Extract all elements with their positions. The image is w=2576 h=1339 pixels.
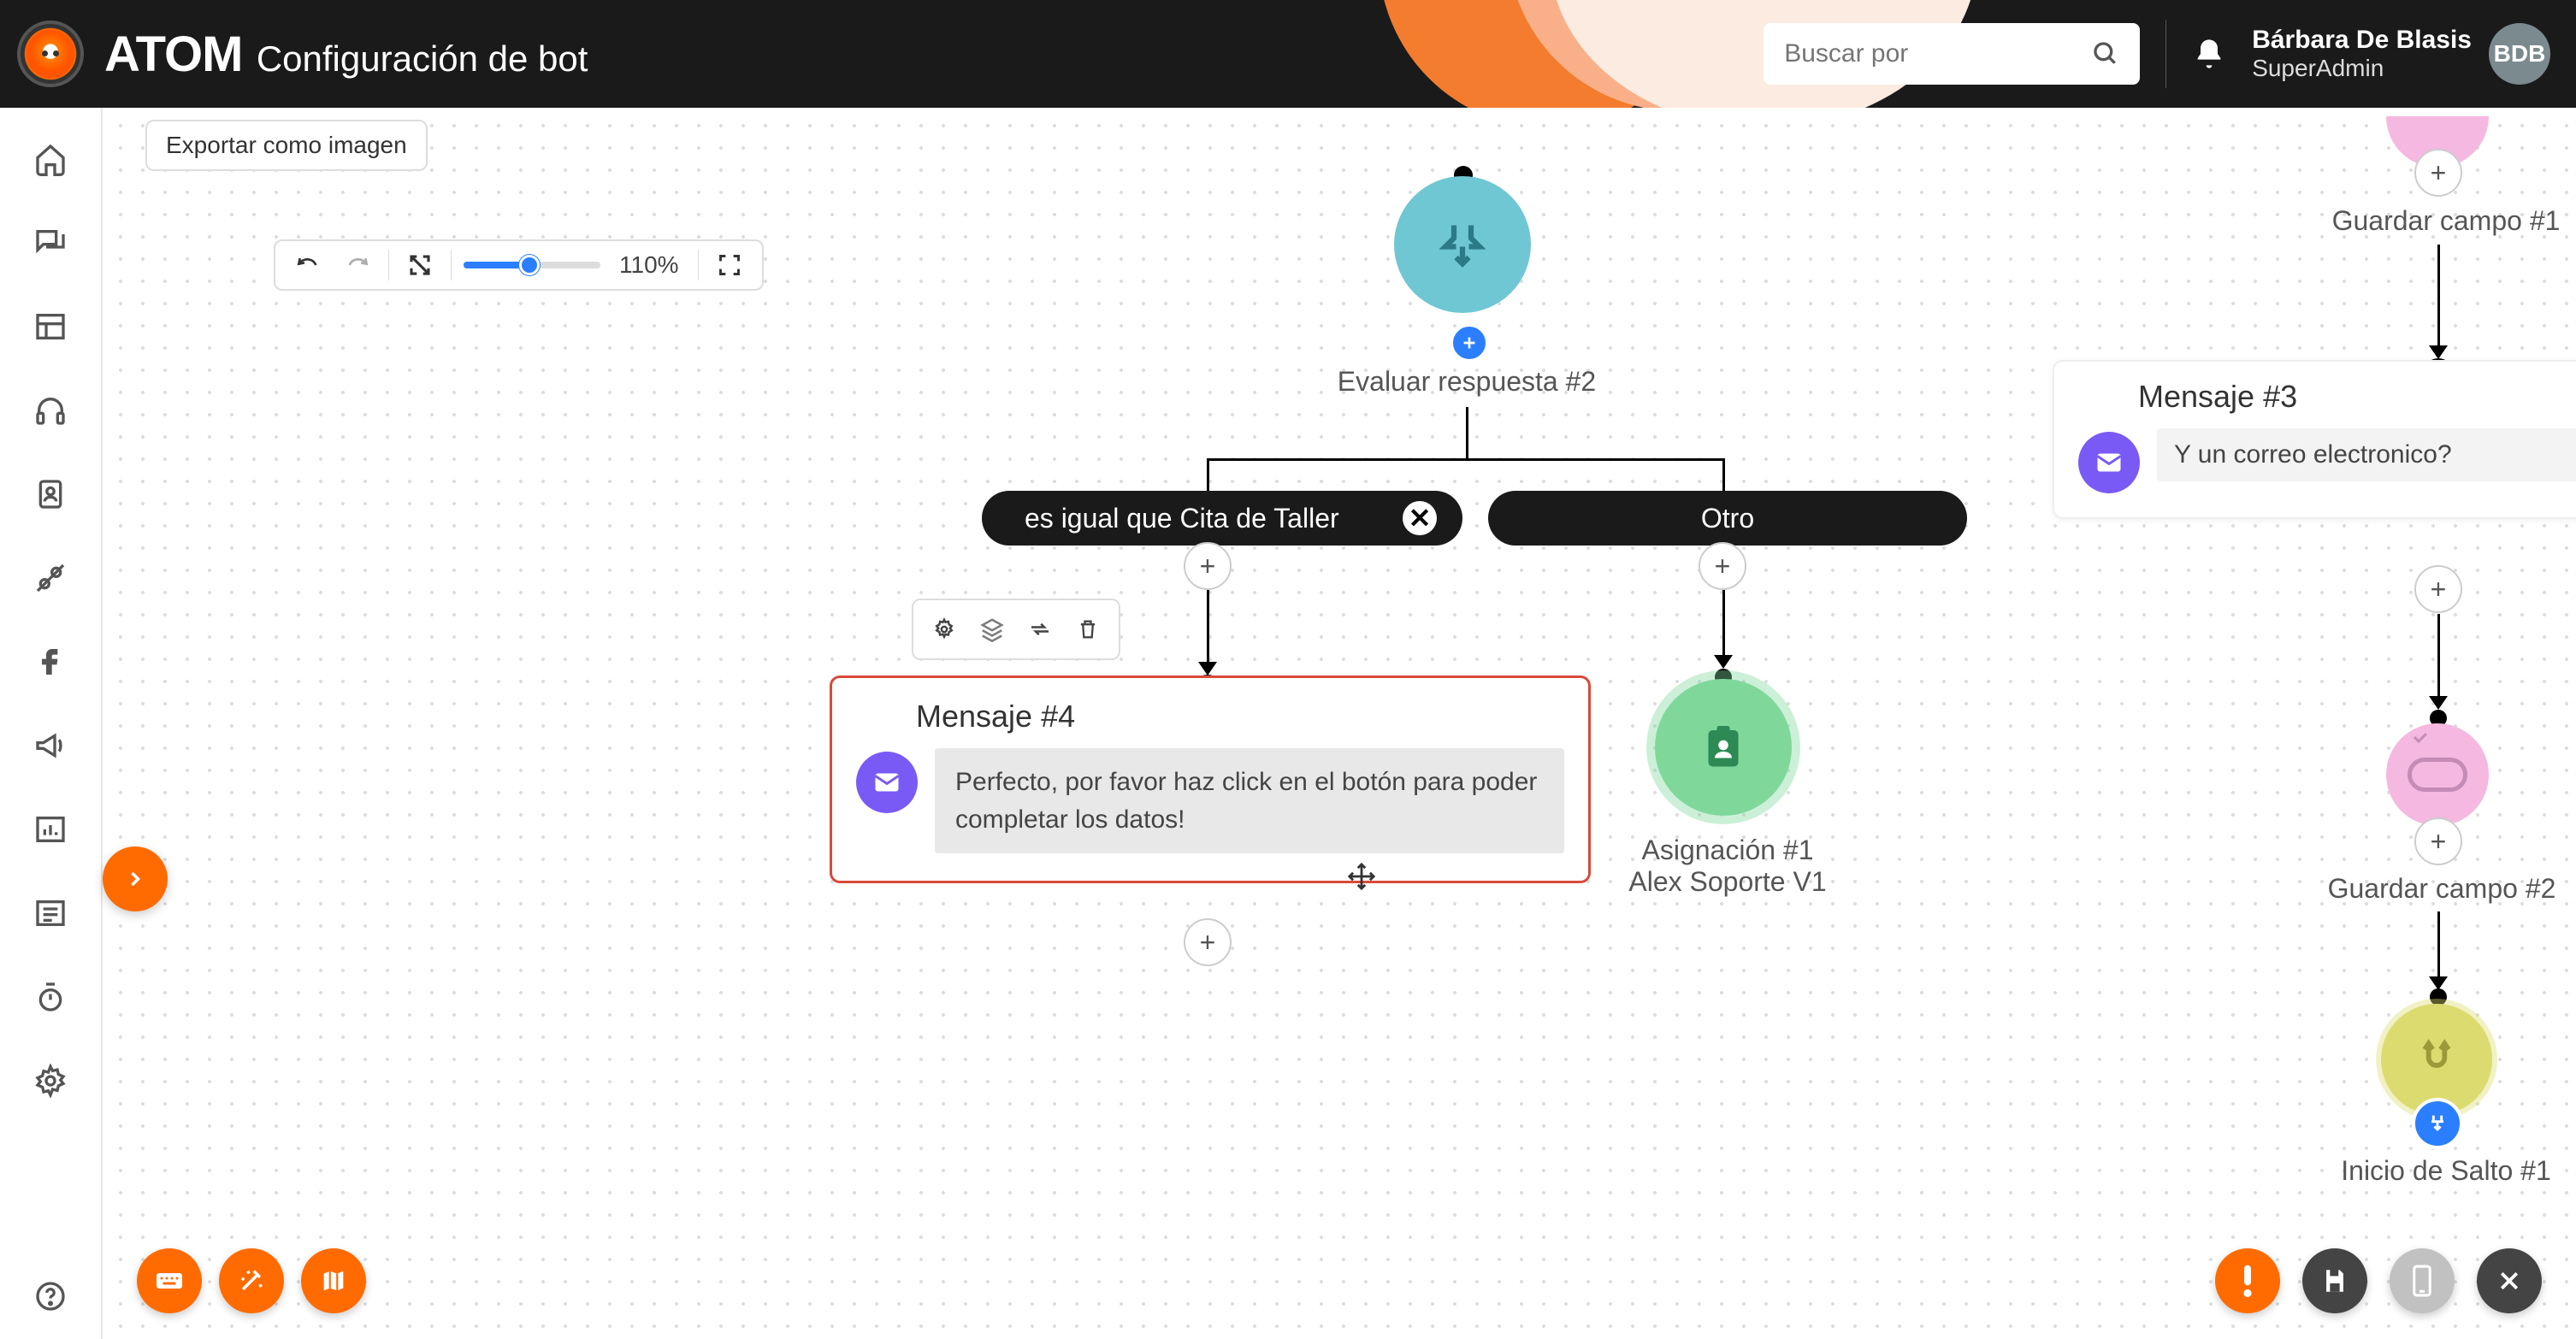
message3-title: Mensaje #3 [2138,379,2576,415]
redo-button[interactable] [339,246,376,284]
sidebar-item-disconnect[interactable] [33,561,68,595]
page-title: Configuración de bot [257,38,588,79]
add-node-button[interactable]: + [2414,565,2462,613]
sidebar-item-stats[interactable] [33,812,68,846]
warning-fab[interactable] [2215,1248,2280,1313]
canvas-tools-left [137,1248,366,1313]
user-role: SuperAdmin [2252,55,2472,82]
node-message-4-selected[interactable]: Mensaje #4 Perfecto, por favor haz click… [830,675,1591,883]
sidebar-item-home[interactable] [33,142,68,176]
branch-pill-other[interactable]: Otro [1488,491,1967,546]
app-header: ATOM Configuración de bot Bárbara De Bla… [0,0,2576,108]
map-fab[interactable] [301,1248,366,1313]
assignment-label-1: Asignación #1 [1599,835,1856,866]
sidebar-item-announce[interactable] [33,728,68,763]
node-evaluator[interactable] [1394,176,1531,313]
branch-pill-equal[interactable]: es igual que Cita de Taller ✕ [982,491,1462,546]
savefield2-label: Guardar campo #2 [2284,873,2576,905]
undo-button[interactable] [289,246,327,284]
remove-branch-icon[interactable]: ✕ [1403,501,1437,535]
logo-icon [17,21,84,87]
canvas-tools-right [2215,1248,2542,1313]
save-fab[interactable] [2302,1248,2367,1313]
message4-text: Perfecto, por favor haz click en el botó… [935,748,1564,853]
add-branch-button[interactable] [1450,323,1489,363]
magic-fab[interactable] [219,1248,284,1313]
mail-icon [2078,432,2140,493]
sidebar-item-help[interactable] [33,1279,68,1313]
branch-other-label: Otro [1701,503,1754,534]
fullscreen-button[interactable] [401,246,439,284]
canvas-toolbar: 110% [274,239,764,291]
user-fullname: Bárbara De Blasis [2252,26,2472,55]
search-field[interactable] [1784,39,2075,68]
move-cursor-icon [1347,862,1376,891]
sidebar-item-chat[interactable] [33,226,68,260]
add-node-button[interactable]: + [1184,918,1232,966]
sidebar-expand-button[interactable] [103,846,168,911]
sidebar-item-contact[interactable] [33,477,68,511]
branch-equal-label: es igual que Cita de Taller [1025,503,1339,534]
jump-link-icon[interactable] [2412,1098,2463,1149]
app-name: ATOM [104,27,242,82]
notifications-icon[interactable] [2192,37,2226,71]
evaluator-label: Evaluar respuesta #2 [1240,366,1693,398]
avatar[interactable]: BDB [2489,23,2550,85]
node-layers-button[interactable] [970,607,1014,652]
logo-area: ATOM Configuración de bot [0,21,588,87]
node-assignment[interactable] [1655,679,1792,816]
sidebar-item-timer[interactable] [33,980,68,1014]
close-fab[interactable] [2477,1248,2542,1313]
node-action-toolbar [912,599,1120,660]
fit-button[interactable] [711,246,748,284]
sidebar-item-settings[interactable] [33,1064,68,1098]
search-icon[interactable] [2092,40,2119,68]
sidebar-item-table[interactable] [33,310,68,344]
jump-label: Inicio de Salto #1 [2301,1155,2576,1187]
zoom-slider[interactable] [464,262,600,268]
node-settings-button[interactable] [922,607,966,652]
search-input[interactable] [1764,23,2140,85]
node-swap-button[interactable] [1018,607,1062,652]
export-image-button[interactable]: Exportar como imagen [145,120,428,171]
node-message-3[interactable]: Mensaje #3 Y un correo electronico? [2053,360,2576,519]
zoom-value: 110% [619,251,679,279]
message3-text: Y un correo electronico? [2157,428,2576,481]
user-menu[interactable]: Bárbara De Blasis SuperAdmin BDB [2252,23,2550,85]
assignment-label-2: Alex Soporte V1 [1599,866,1856,898]
node-delete-button[interactable] [1066,607,1110,652]
sidebar-item-headphones[interactable] [33,393,68,428]
mail-icon [856,752,918,813]
add-node-button[interactable]: + [1699,542,1746,590]
sidebar-item-list[interactable] [33,896,68,930]
sidebar [0,108,103,1339]
savefield1-label: Guardar campo #1 [2292,205,2576,237]
mobile-preview-fab[interactable] [2390,1248,2455,1313]
message4-title: Mensaje #4 [916,699,1564,734]
add-node-button[interactable]: + [2414,149,2462,197]
node-savefield-2[interactable] [2386,723,2489,826]
add-node-button[interactable]: + [2414,817,2462,865]
sidebar-item-facebook[interactable] [33,645,68,679]
keyboard-fab[interactable] [137,1248,202,1313]
flow-canvas[interactable]: 110% Exportar como imagen Evaluar respue… [103,108,2576,1339]
add-node-button[interactable]: + [1184,542,1232,590]
